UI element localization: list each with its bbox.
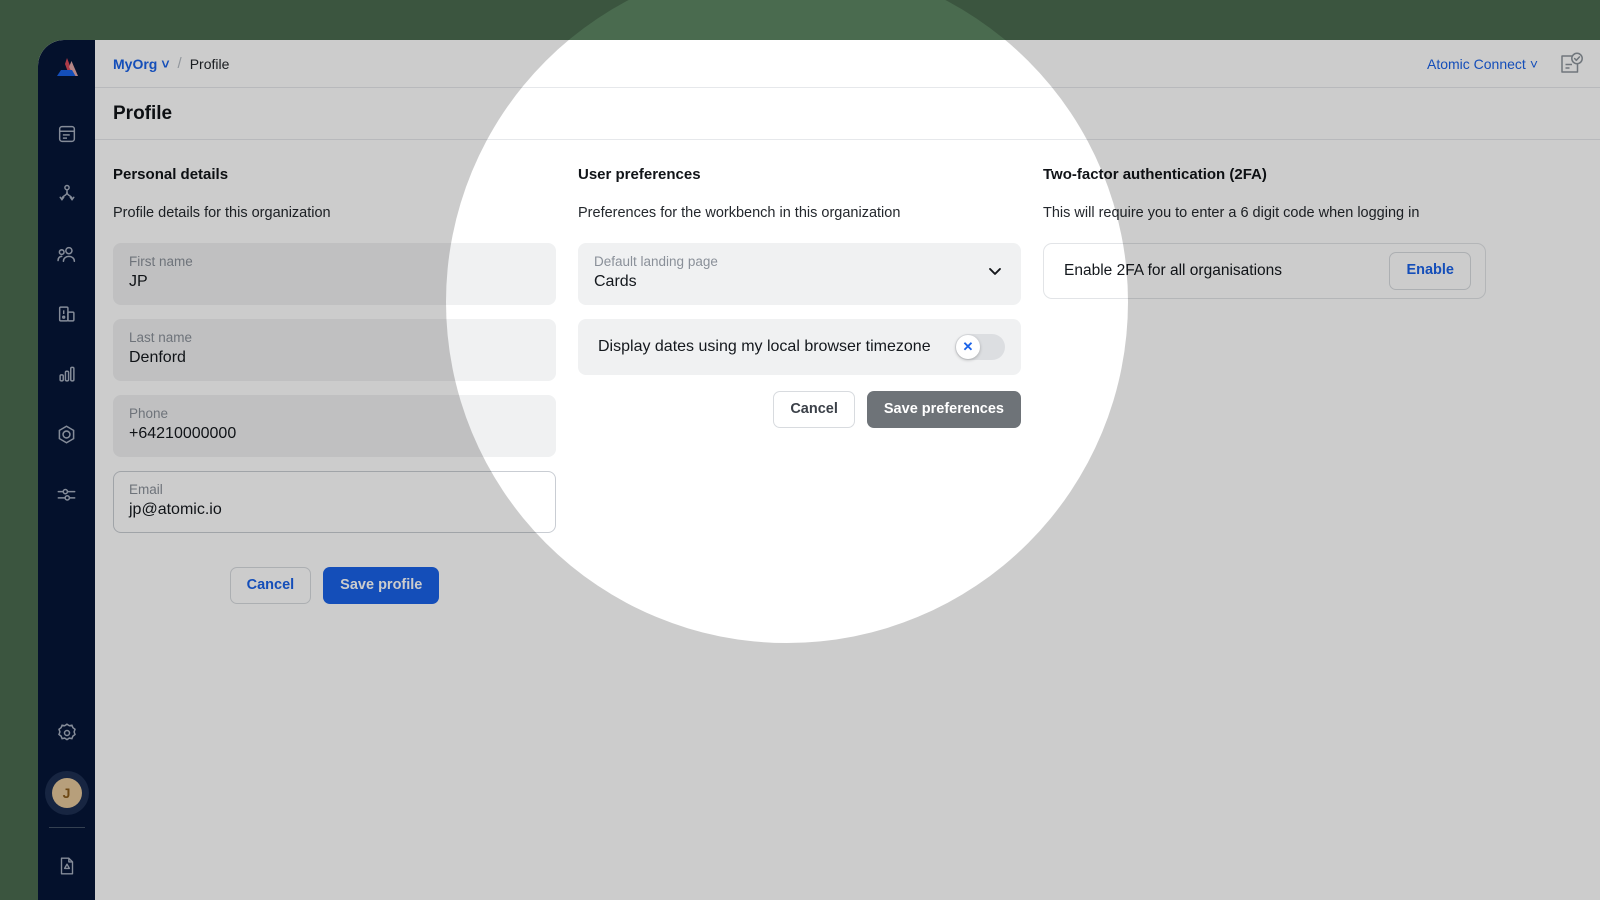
sidebar-item-docs[interactable] xyxy=(47,846,87,886)
two-factor-title: Two-factor authentication (2FA) xyxy=(1043,166,1267,183)
sidebar-item-targeting[interactable] xyxy=(47,414,87,454)
page-header: Profile xyxy=(95,88,1600,140)
email-value: jp@atomic.io xyxy=(129,501,222,519)
phone-value: +64210000000 xyxy=(129,425,237,443)
chevron-down-icon: ˅ xyxy=(161,55,170,72)
phone-label: Phone xyxy=(129,406,169,422)
sidebar-item-cards[interactable] xyxy=(47,114,87,154)
sidebar-item-organisations[interactable] xyxy=(47,294,87,334)
phone-field[interactable]: Phone +64210000000 xyxy=(113,395,556,457)
breadcrumb-current: Profile xyxy=(189,55,230,72)
content-columns: Personal details Profile details for thi… xyxy=(95,140,1600,900)
document-check-icon[interactable] xyxy=(1556,49,1586,79)
sidebar-item-journeys[interactable] xyxy=(47,174,87,214)
page-title: Profile xyxy=(113,102,173,124)
breadcrumb-org[interactable]: MyOrg ˅ xyxy=(113,56,170,72)
enable-2fa-button[interactable]: Enable xyxy=(1389,252,1471,290)
sidebar-bottom: J xyxy=(38,703,95,900)
cancel-preferences-button[interactable]: Cancel xyxy=(773,391,855,429)
landing-page-value: Cards xyxy=(594,273,637,291)
user-preferences-subtitle: Preferences for the workbench in this or… xyxy=(578,205,901,221)
email-label: Email xyxy=(129,482,163,498)
last-name-field[interactable]: Last name Denford xyxy=(113,319,556,381)
atomic-connect-dropdown[interactable]: Atomic Connect ˅ xyxy=(1427,56,1538,72)
preferences-button-row: Cancel Save preferences xyxy=(578,391,1021,429)
breadcrumb: MyOrg ˅ / Profile xyxy=(113,55,229,72)
cancel-profile-button[interactable]: Cancel xyxy=(229,567,312,605)
hexagon-target-icon xyxy=(55,423,78,446)
two-factor-card-label: Enable 2FA for all organisations xyxy=(1064,262,1282,279)
avatar[interactable]: J xyxy=(44,771,89,815)
gear-icon xyxy=(55,721,79,745)
topbar: MyOrg ˅ / Profile Atomic Connect ˅ xyxy=(95,40,1600,88)
sidebar-item-settings[interactable] xyxy=(47,713,87,753)
atomic-logo[interactable] xyxy=(50,52,84,86)
close-icon: ✕ xyxy=(956,335,980,359)
main-area: MyOrg ˅ / Profile Atomic Connect ˅ Profi… xyxy=(95,40,1600,900)
last-name-label: Last name xyxy=(129,330,193,346)
sidebar-item-analytics[interactable] xyxy=(47,354,87,394)
people-icon xyxy=(55,243,78,266)
first-name-field[interactable]: First name JP xyxy=(113,243,556,305)
user-preferences-column: User preferences Preferences for the wor… xyxy=(578,166,1021,429)
personal-details-column: Personal details Profile details for thi… xyxy=(113,166,556,605)
personal-details-title: Personal details xyxy=(113,166,229,183)
first-name-label: First name xyxy=(129,254,193,270)
chevron-down-icon: ˅ xyxy=(1529,55,1538,72)
personal-details-subtitle: Profile details for this organization xyxy=(113,205,331,221)
save-profile-button[interactable]: Save profile xyxy=(323,567,440,605)
user-preferences-title: User preferences xyxy=(578,166,701,183)
timezone-toggle-row: Display dates using my local browser tim… xyxy=(578,319,1021,375)
landing-page-text: Default landing page Cards xyxy=(594,253,985,294)
breadcrumb-separator: / xyxy=(177,55,182,72)
avatar-initial: J xyxy=(51,778,82,808)
email-field[interactable]: Email jp@atomic.io xyxy=(113,471,556,533)
sidebar-item-configuration[interactable] xyxy=(47,474,87,514)
two-factor-column: Two-factor authentication (2FA) This wil… xyxy=(1043,166,1486,299)
sidebar-divider xyxy=(48,827,85,828)
last-name-value: Denford xyxy=(129,349,186,367)
building-icon xyxy=(56,303,78,325)
timezone-toggle-switch[interactable]: ✕ xyxy=(955,334,1005,360)
two-factor-subtitle: This will require you to enter a 6 digit… xyxy=(1043,205,1420,221)
profile-button-row: Cancel Save profile xyxy=(113,567,556,605)
landing-page-label: Default landing page xyxy=(594,254,718,270)
topbar-right: Atomic Connect ˅ xyxy=(1427,49,1586,79)
sliders-icon xyxy=(55,483,78,506)
chevron-down-icon xyxy=(985,261,1005,286)
sidebar-item-customers[interactable] xyxy=(47,234,87,274)
card-icon xyxy=(56,123,78,145)
save-preferences-button[interactable]: Save preferences xyxy=(866,391,1021,429)
branch-arrows-icon xyxy=(56,183,78,205)
document-triangle-icon xyxy=(56,855,78,877)
default-landing-page-select[interactable]: Default landing page Cards xyxy=(578,243,1021,305)
sidebar: J xyxy=(38,40,95,900)
bar-chart-icon xyxy=(56,363,78,385)
two-factor-card: Enable 2FA for all organisations Enable xyxy=(1043,243,1486,299)
timezone-toggle-label: Display dates using my local browser tim… xyxy=(598,338,931,355)
app-window: J MyOrg ˅ / Profile Atomic Connect ˅ Pro… xyxy=(38,40,1600,900)
first-name-value: JP xyxy=(129,273,148,291)
